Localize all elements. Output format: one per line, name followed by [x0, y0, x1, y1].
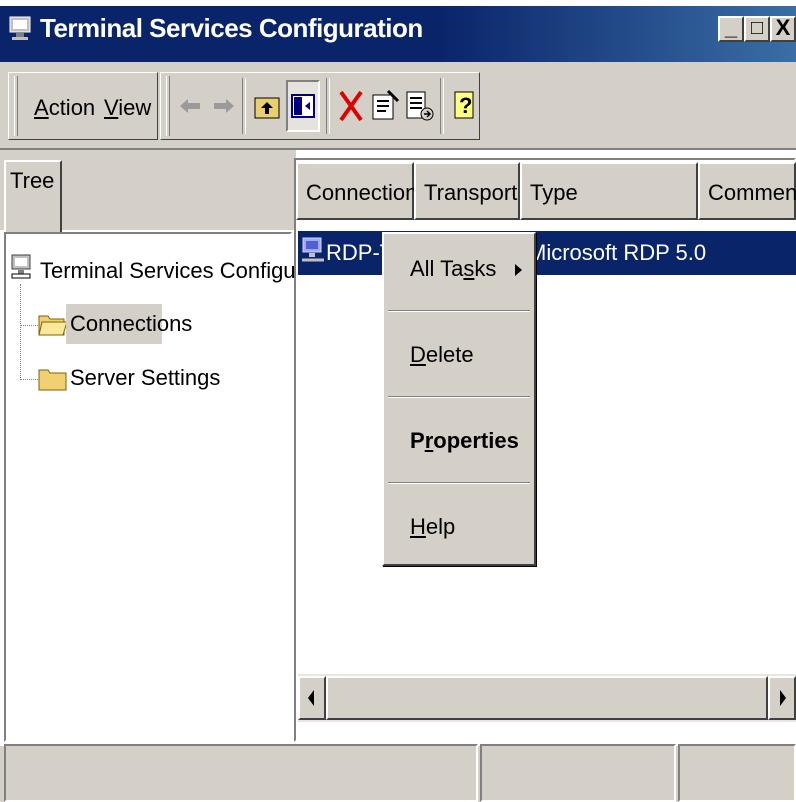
menu-band-grip[interactable] [14, 76, 18, 136]
forward-arrow-icon[interactable] [206, 80, 240, 132]
tree-item-server-settings[interactable]: Server Settings [70, 365, 220, 391]
close-button[interactable]: X [770, 16, 796, 42]
status-pane-middle [480, 744, 676, 802]
menu-view[interactable]: View [104, 95, 151, 121]
menu-item-all-tasks[interactable]: All Tasks [410, 256, 496, 282]
delete-x-icon[interactable] [334, 80, 368, 132]
tab-tree[interactable]: Tree [4, 160, 62, 232]
column-header-type[interactable]: Type [520, 162, 698, 220]
scroll-right-button[interactable] [768, 676, 796, 720]
toolbar-grip[interactable] [166, 76, 170, 136]
export-list-icon[interactable] [402, 80, 436, 132]
submenu-arrow-icon [512, 262, 524, 278]
menu-action[interactable]: Action [34, 95, 95, 121]
open-folder-icon [38, 310, 68, 338]
computer-icon [10, 254, 34, 282]
context-menu [382, 232, 536, 566]
tree-item-connections[interactable]: Connections [70, 311, 192, 337]
properties-icon[interactable] [368, 80, 402, 132]
column-header-comment[interactable]: Comment [698, 162, 796, 220]
column-header-transport[interactable]: Transport [414, 162, 520, 220]
row-type-cell: Microsoft RDP 5.0 [528, 240, 707, 265]
connection-icon [300, 236, 326, 266]
toolbar-separator [326, 78, 330, 134]
back-arrow-icon[interactable] [174, 80, 208, 132]
svg-text:?: ? [459, 93, 472, 118]
menu-item-properties[interactable]: Properties [410, 428, 519, 454]
status-pane-right [678, 744, 796, 802]
window-title: Terminal Services Configuration [40, 13, 423, 43]
scroll-thumb[interactable] [326, 676, 768, 720]
menu-item-help[interactable]: Help [410, 514, 455, 540]
scroll-left-button[interactable] [298, 676, 326, 720]
tree-connector [20, 325, 38, 326]
folder-icon [38, 364, 68, 392]
app-icon [8, 16, 34, 42]
up-folder-icon[interactable] [250, 80, 284, 132]
tree-connector [20, 284, 21, 380]
column-header-connection[interactable]: Connection [296, 162, 417, 220]
context-menu-separator [388, 310, 530, 312]
tree-connector [20, 379, 38, 380]
context-menu-separator [388, 396, 530, 398]
show-hide-tree-icon[interactable] [286, 80, 320, 132]
toolbar-separator [242, 78, 246, 134]
minimize-button[interactable]: _ [718, 16, 744, 42]
help-icon[interactable]: ? [448, 80, 482, 132]
status-pane-main [4, 744, 478, 802]
maximize-button[interactable]: □ [744, 16, 770, 42]
context-menu-separator [388, 482, 530, 484]
toolbar-separator [440, 78, 444, 134]
menu-item-delete[interactable]: Delete [410, 342, 474, 368]
